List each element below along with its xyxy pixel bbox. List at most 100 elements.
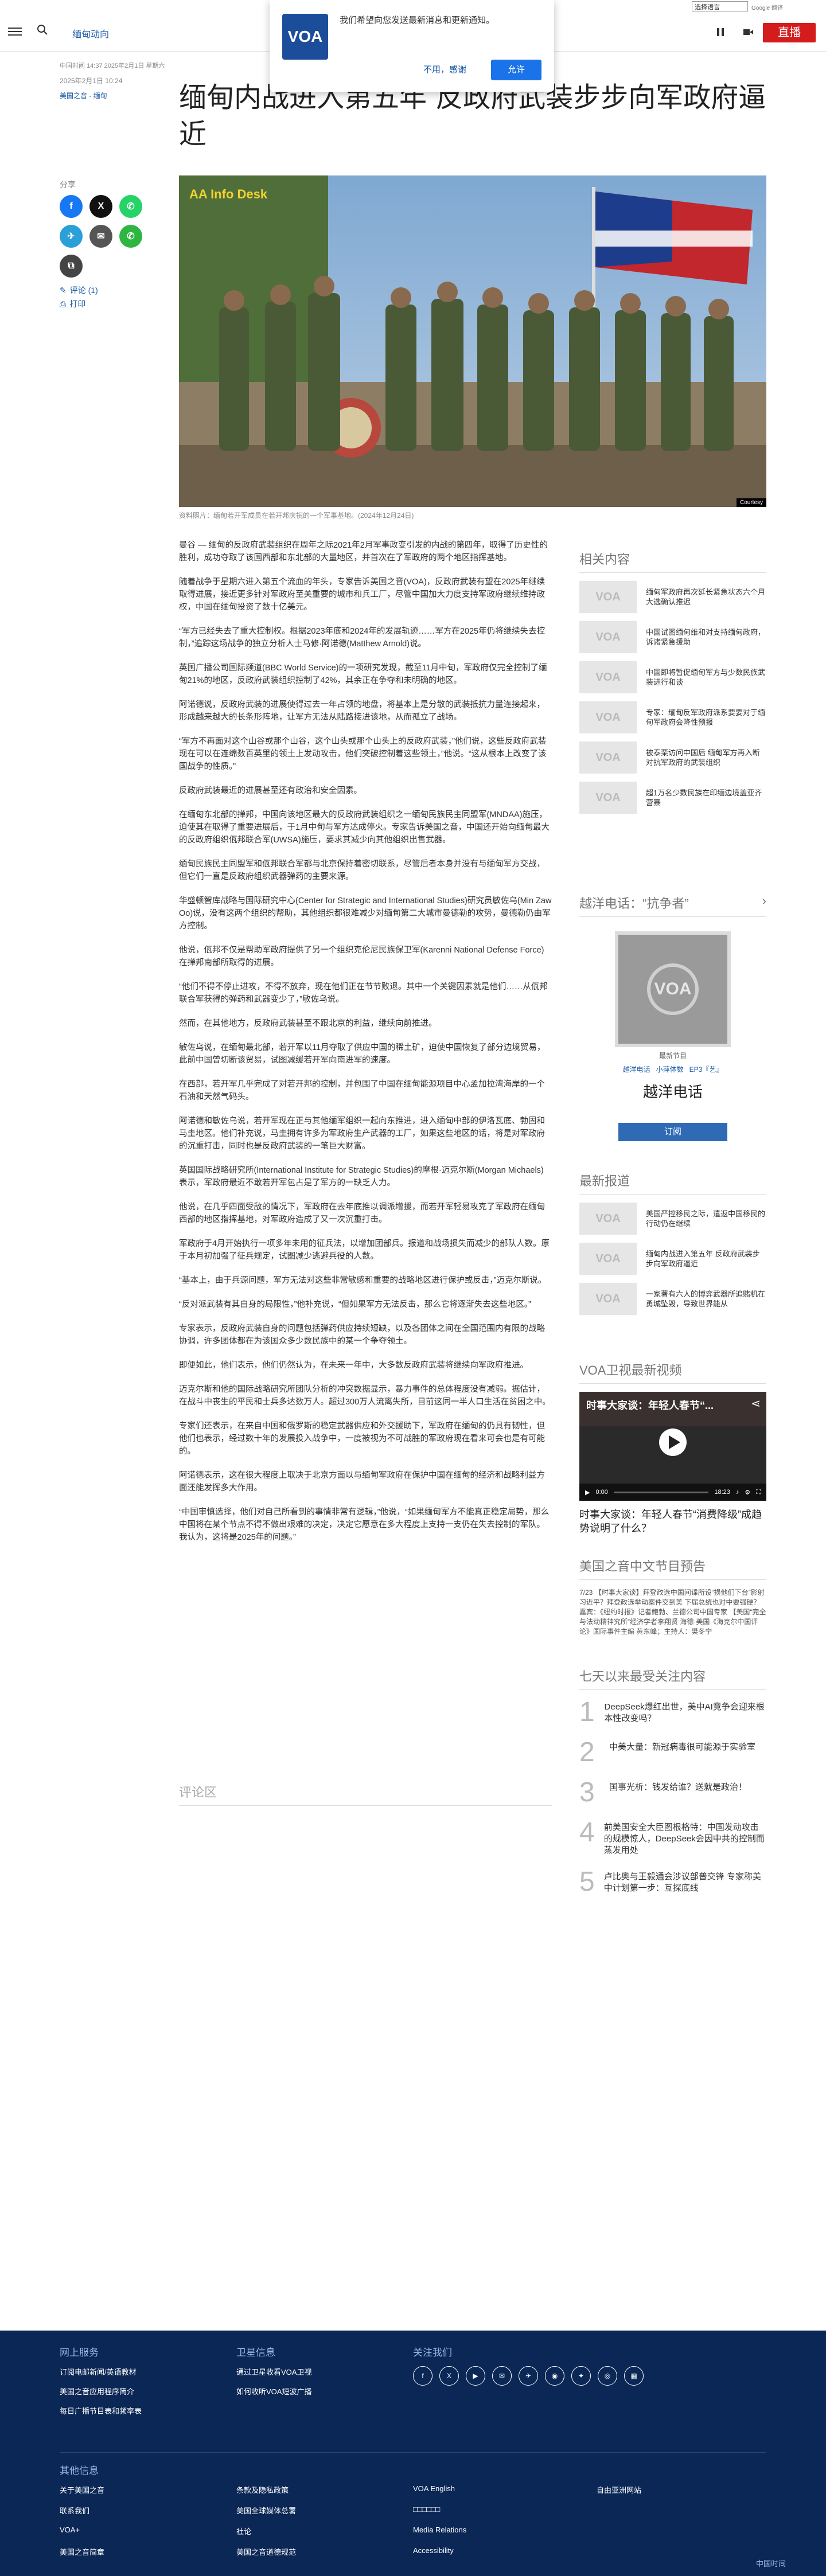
footer-link[interactable]: 条款及隐私政策 bbox=[236, 2484, 289, 2495]
comments-link-label: 评论 (1) bbox=[69, 286, 98, 295]
social-icon[interactable]: ✦ bbox=[571, 2366, 591, 2386]
top-item[interactable]: 4 前美国安全大臣图根格特：中国发动攻击的规模惊人，DeepSeek会因中共的控制… bbox=[579, 1818, 766, 1856]
related-item[interactable]: VOA 专家：缅甸反军政府派系要要对于缅甸军政府会降性预报 bbox=[579, 701, 766, 733]
social-icon[interactable]: ◉ bbox=[545, 2366, 564, 2386]
top-item[interactable]: 5 卢比奥与王毅通会涉议部普交锋 专家称美中计划第一步：互探底线 bbox=[579, 1868, 766, 1896]
print-link[interactable]: ⎙ 打印 bbox=[60, 298, 174, 310]
related-item-text: 专家：缅甸反军政府派系要要对于缅甸军政府会降性预报 bbox=[646, 708, 766, 727]
print-link-label: 打印 bbox=[69, 299, 86, 309]
footer-link[interactable]: □□□□□□ bbox=[413, 2505, 440, 2513]
byline[interactable]: 美国之音 - 缅甸 bbox=[60, 88, 180, 103]
subscribe-button[interactable]: 订阅 bbox=[618, 1123, 727, 1141]
image-credit: Courtesy bbox=[736, 498, 766, 507]
footer-link[interactable]: 订阅电邮新闻/英语教材 bbox=[60, 2366, 137, 2377]
comments-link[interactable]: ✎ 评论 (1) bbox=[60, 284, 174, 296]
footer-link[interactable]: 美国全球媒体总署 bbox=[236, 2505, 296, 2516]
video-share-icon[interactable]: ⋖ bbox=[751, 1396, 761, 1411]
video-caption[interactable]: 时事大家谈：年轻人春节“消费降级”成趋势说明了什么？ bbox=[579, 1508, 766, 1535]
related-item[interactable]: VOA 缅甸军政府再次延长紧急状态六个月 大选确认推迟 bbox=[579, 581, 766, 613]
related-item[interactable]: VOA 中国试图缅甸维和对支持缅甸政府，诉诸紧急援助 bbox=[579, 621, 766, 653]
hamburger-menu-icon[interactable] bbox=[8, 25, 22, 39]
article-paragraph: 然而，在其他地方，反政府武装甚至不跟北京的利益，继续向前推进。 bbox=[179, 1019, 437, 1028]
related-item[interactable]: VOA 被泰栗访问中国后 缅甸军方再入断对抗军政府的武装组织 bbox=[579, 741, 766, 774]
video-icon[interactable] bbox=[742, 26, 754, 38]
footer-link[interactable]: 美国之音道德规范 bbox=[236, 2546, 296, 2557]
article-paragraph: 在缅甸东北部的掸邦，中国向该地区最大的反政府武装组织之一缅甸民族民主同盟军(MN… bbox=[179, 810, 550, 845]
footer-link[interactable]: Accessibility bbox=[413, 2546, 454, 2555]
footer-link[interactable]: 社论 bbox=[236, 2526, 251, 2536]
footer-link[interactable]: 如何收听VOA短波广播 bbox=[236, 2386, 311, 2397]
footer-follow-title: 关注我们 bbox=[413, 2347, 452, 2358]
footer-link[interactable]: 美国之音简章 bbox=[60, 2546, 104, 2557]
social-icon[interactable]: ✉ bbox=[492, 2366, 512, 2386]
voa-thumbnail-icon: VOA bbox=[579, 782, 637, 814]
total-time: 18:23 bbox=[714, 1489, 730, 1496]
footer-link[interactable]: 美国之音应用程序简介 bbox=[60, 2386, 134, 2397]
article-paragraph: 即便如此，他们表示，他们仍然认为，在未来一年中，大多数反政府武装将继续向军政府推… bbox=[179, 1361, 528, 1370]
top-item[interactable]: 2 中美大量：新冠病毒很可能源于实验室 bbox=[579, 1738, 766, 1767]
schedule-title: 美国之音中文节目预告 bbox=[579, 1556, 766, 1580]
whatsapp-icon[interactable]: ✆ bbox=[119, 195, 142, 218]
footer-link[interactable]: 通过卫星收看VOA卫视 bbox=[236, 2366, 311, 2377]
related-item[interactable]: VOA 中国即将暂促缅甸军方与少数民族武装进行和谈 bbox=[579, 661, 766, 693]
podcast-link[interactable]: EP3『艺』 bbox=[689, 1065, 723, 1074]
top-item[interactable]: 3 国事光析：钱发给谁？送就是政治！ bbox=[579, 1778, 766, 1807]
footer-link[interactable]: Media Relations bbox=[413, 2526, 466, 2534]
video-player[interactable]: 时事大家谈：年轻人春节“... ⋖ ▶ 0:00 18:23 ♪ ⚙ ⛶ bbox=[579, 1392, 766, 1501]
footer-link[interactable]: VOA English bbox=[413, 2484, 455, 2493]
social-icon[interactable]: X bbox=[439, 2366, 459, 2386]
voa-thumbnail-icon: VOA bbox=[579, 1283, 637, 1315]
article-meta: 中国时间 14:37 2025年2月1日 星期六 2025年2月1日 10:24… bbox=[60, 58, 180, 103]
social-icon[interactable]: ◎ bbox=[598, 2366, 617, 2386]
footer-link[interactable]: 自由亚洲网站 bbox=[597, 2484, 641, 2495]
top-title: 七天以来最受关注内容 bbox=[579, 1666, 766, 1690]
popup-message: 我们希望向您发送最新消息和更新通知。 bbox=[340, 15, 495, 25]
top-item[interactable]: 1 DeepSeek爆红出世，美中AI竞争会迎来根本性改变吗？ bbox=[579, 1698, 766, 1727]
language-select[interactable]: 选择语言 bbox=[692, 1, 748, 11]
email-icon[interactable]: ✉ bbox=[89, 225, 112, 248]
social-icon[interactable]: ▶ bbox=[466, 2366, 485, 2386]
latest-item[interactable]: VOA 美国严控移民之际，遣返中国移民的行动仍在继续 bbox=[579, 1203, 766, 1235]
allow-button[interactable]: 允许 bbox=[491, 60, 541, 80]
deny-button[interactable]: 不用，感谢 bbox=[423, 63, 466, 75]
article-paragraph: 迈克尔斯和他的国际战略研究所团队分析的冲突数据显示，暴力事件的总体程度没有减弱。… bbox=[179, 1385, 551, 1407]
volume-icon[interactable]: ♪ bbox=[736, 1489, 739, 1496]
line-icon[interactable]: ✆ bbox=[119, 225, 142, 248]
latest-item[interactable]: VOA 一家著有六人的博弈武器所追赌机在勇城坠毁，导致世界能从 bbox=[579, 1283, 766, 1315]
social-icon[interactable]: f bbox=[413, 2366, 433, 2386]
telegram-icon[interactable]: ✈ bbox=[60, 225, 83, 248]
audio-icon[interactable] bbox=[715, 26, 726, 38]
latest-item[interactable]: VOA 缅甸内战进入第五年 反政府武装步步向军政府逼近 bbox=[579, 1243, 766, 1275]
podcast-link[interactable]: 小萍体数 bbox=[656, 1065, 684, 1074]
podcast-link[interactable]: 越洋电话 bbox=[623, 1065, 650, 1074]
footer-link[interactable]: 联系我们 bbox=[60, 2505, 89, 2516]
search-icon[interactable] bbox=[37, 24, 50, 38]
section-link[interactable]: 缅甸动向 bbox=[72, 26, 109, 40]
video-panel: VOA卫视最新视频 时事大家谈：年轻人春节“... ⋖ ▶ 0:00 18:23… bbox=[579, 1360, 766, 1535]
article-paragraph: 军政府于4月开始执行一项多年未用的征兵法，以增加团部兵。报道和战场损失而减少的部… bbox=[179, 1239, 550, 1261]
article-paragraph: “中国审慎选择，他们对自己所看到的事情非常有逻辑，”他说，“如果缅甸军方不能真正… bbox=[179, 1508, 550, 1542]
social-icon[interactable]: ✈ bbox=[519, 2366, 538, 2386]
facebook-icon[interactable]: f bbox=[60, 195, 83, 218]
social-icon[interactable]: ▦ bbox=[624, 2366, 644, 2386]
settings-icon[interactable]: ⚙ bbox=[745, 1489, 750, 1496]
podcast-links[interactable]: 越洋电话 小萍体数 EP3『艺』 bbox=[579, 1064, 766, 1074]
footer-satellite-title: 卫星信息 bbox=[236, 2347, 275, 2358]
share-panel: 分享 f X ✆ ✈ ✉ ✆ ⧉ ✎ 评论 (1) ⎙ 打印 bbox=[60, 179, 174, 310]
footer-link[interactable]: 每日广播节目表和频率表 bbox=[60, 2405, 142, 2416]
related-item[interactable]: VOA 超1万名少数民族在印缅边境盖亚齐营寨 bbox=[579, 782, 766, 814]
footer-link[interactable]: 关于美国之音 bbox=[60, 2484, 104, 2495]
voa-thumbnail-icon: VOA bbox=[579, 701, 637, 733]
copy-link-icon[interactable]: ⧉ bbox=[60, 255, 83, 278]
fullscreen-icon[interactable]: ⛶ bbox=[756, 1489, 761, 1496]
seek-bar[interactable] bbox=[613, 1491, 709, 1493]
chevron-right-icon: › bbox=[762, 893, 766, 908]
live-button[interactable]: 直播 bbox=[763, 23, 816, 42]
play-icon[interactable]: ▶ bbox=[585, 1489, 590, 1496]
x-icon[interactable]: X bbox=[89, 195, 112, 218]
podcast-cover[interactable]: VOA bbox=[618, 935, 727, 1044]
footer-link[interactable]: VOA+ bbox=[60, 2526, 80, 2534]
podcast-title[interactable]: 越洋电话：“抗争者” › bbox=[579, 893, 766, 917]
article-paragraph: 华盛顿智库战略与国际研究中心(Center for Strategic and … bbox=[179, 896, 552, 931]
voa-thumbnail-icon: VOA bbox=[579, 661, 637, 693]
